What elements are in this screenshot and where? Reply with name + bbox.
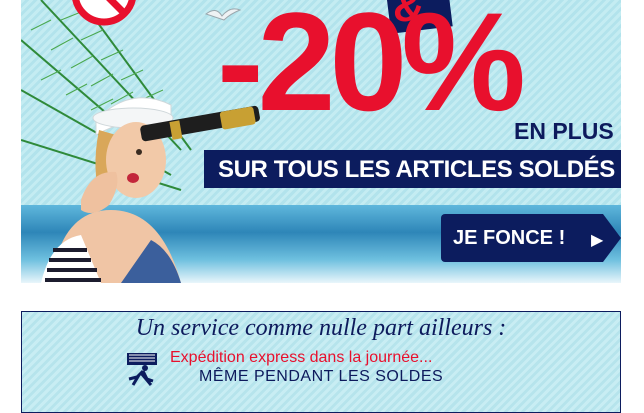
- je-fonce-button[interactable]: JE FONCE ! ▶: [441, 214, 621, 262]
- discount-headline: -20%: [217, 0, 526, 140]
- service-title: Un service comme nulle part ailleurs :: [135, 315, 507, 341]
- prohibition-sign-icon: [72, 0, 136, 26]
- chevron-right-icon: ▶: [591, 232, 604, 249]
- express-shipping-text: Expédition express dans la journée...: [170, 349, 433, 366]
- cta-label: JE FONCE !: [453, 227, 566, 249]
- en-plus-label: EN PLUS: [514, 118, 614, 144]
- promo-banner[interactable]: & -20% EN PLUS SUR TOUS LES ARTICLES SOL…: [21, 0, 621, 283]
- delivery-runner-icon: [127, 353, 157, 386]
- service-panel: Un service comme nulle part ailleurs : E…: [21, 311, 621, 413]
- during-sales-text: MÊME PENDANT LES SOLDES: [199, 368, 444, 385]
- soldes-text: SUR TOUS LES ARTICLES SOLDÉS: [218, 156, 615, 183]
